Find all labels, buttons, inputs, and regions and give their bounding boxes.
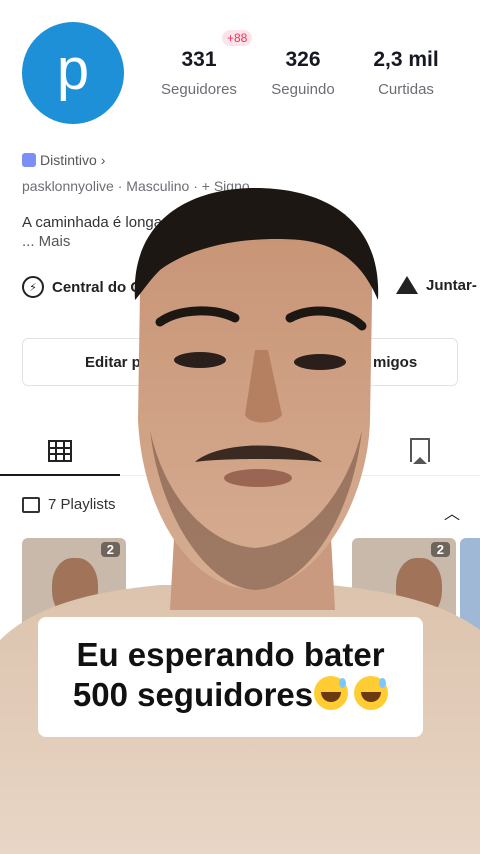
thumb-face [396,558,442,618]
likes-count: 2,3 mil [373,48,439,71]
central-button[interactable]: ⚡ Central do C [22,276,141,298]
playlist-icon [22,496,40,513]
new-followers-badge: +88 [222,30,253,46]
edit-profile-label: Editar p [85,354,141,371]
followers-count: 331 [181,48,217,71]
active-tab-indicator [0,474,120,476]
following-stat[interactable]: 326 Seguindo [266,48,340,98]
central-label: Central do C [52,278,142,296]
profile-tabs [0,420,480,476]
playlists-label: 7 Playlists [48,496,116,513]
followers-stat[interactable]: 331 Seguidores [158,48,240,98]
playlists-header[interactable]: 7 Playlists [22,496,116,513]
followers-label: Seguidores [161,81,237,98]
separator-dot: · [117,178,127,194]
grid-icon[interactable] [48,440,72,462]
username: pasklonnyolive [22,178,114,194]
add-friends-label: migos [373,354,418,371]
caption-line-2: 500 seguidores [72,676,314,713]
join-label: Juntar- [426,276,477,294]
following-count: 326 [285,48,321,71]
thumb-face [52,558,98,618]
chevron-right-icon: › [100,152,106,168]
location-bolt-icon: ⚡ [22,276,44,298]
distintivo-label: Distintivo [40,152,97,168]
distintivo-link[interactable]: Distintivo › [22,152,105,168]
profile-meta: pasklonnyolive · Masculino · + Signo [22,178,250,194]
gender: Masculino [126,178,190,194]
join-button[interactable]: Juntar- [396,276,477,294]
caption-line-1: Eu esperando bater [76,636,385,673]
tent-icon [396,276,418,294]
video-caption: Eu esperando bater 500 seguidores [38,617,423,737]
likes-stat[interactable]: 2,3 mil Curtidas [366,48,446,98]
bio: A caminhada é longa ❤️🙏 [22,213,354,231]
following-label: Seguindo [271,81,335,98]
bio-emoji: ❤️🙏 [316,214,354,231]
bookmark-icon[interactable] [410,438,430,464]
avatar[interactable]: p [22,22,124,124]
sign-link[interactable]: + Signo [202,178,250,194]
bio-text: A caminhada é longa [22,214,163,231]
edit-profile-button[interactable]: Editar p migos [22,338,458,386]
avatar-letter: p [56,37,90,102]
thumb-count: 2 [430,542,450,557]
badge-hex-icon [22,153,36,167]
likes-label: Curtidas [378,81,434,98]
chevron-up-icon[interactable]: ︿ [444,500,460,524]
bio-more-link[interactable]: ... Mais [22,233,70,250]
sweat-smile-emoji [354,676,389,710]
caption-line-2-wrap: 500 seguidores [38,675,423,715]
separator-dot: · [193,178,202,194]
sweat-smile-emoji [314,676,349,710]
thumb-count: 2 [100,542,120,557]
playlist-thumb[interactable] [460,538,480,640]
